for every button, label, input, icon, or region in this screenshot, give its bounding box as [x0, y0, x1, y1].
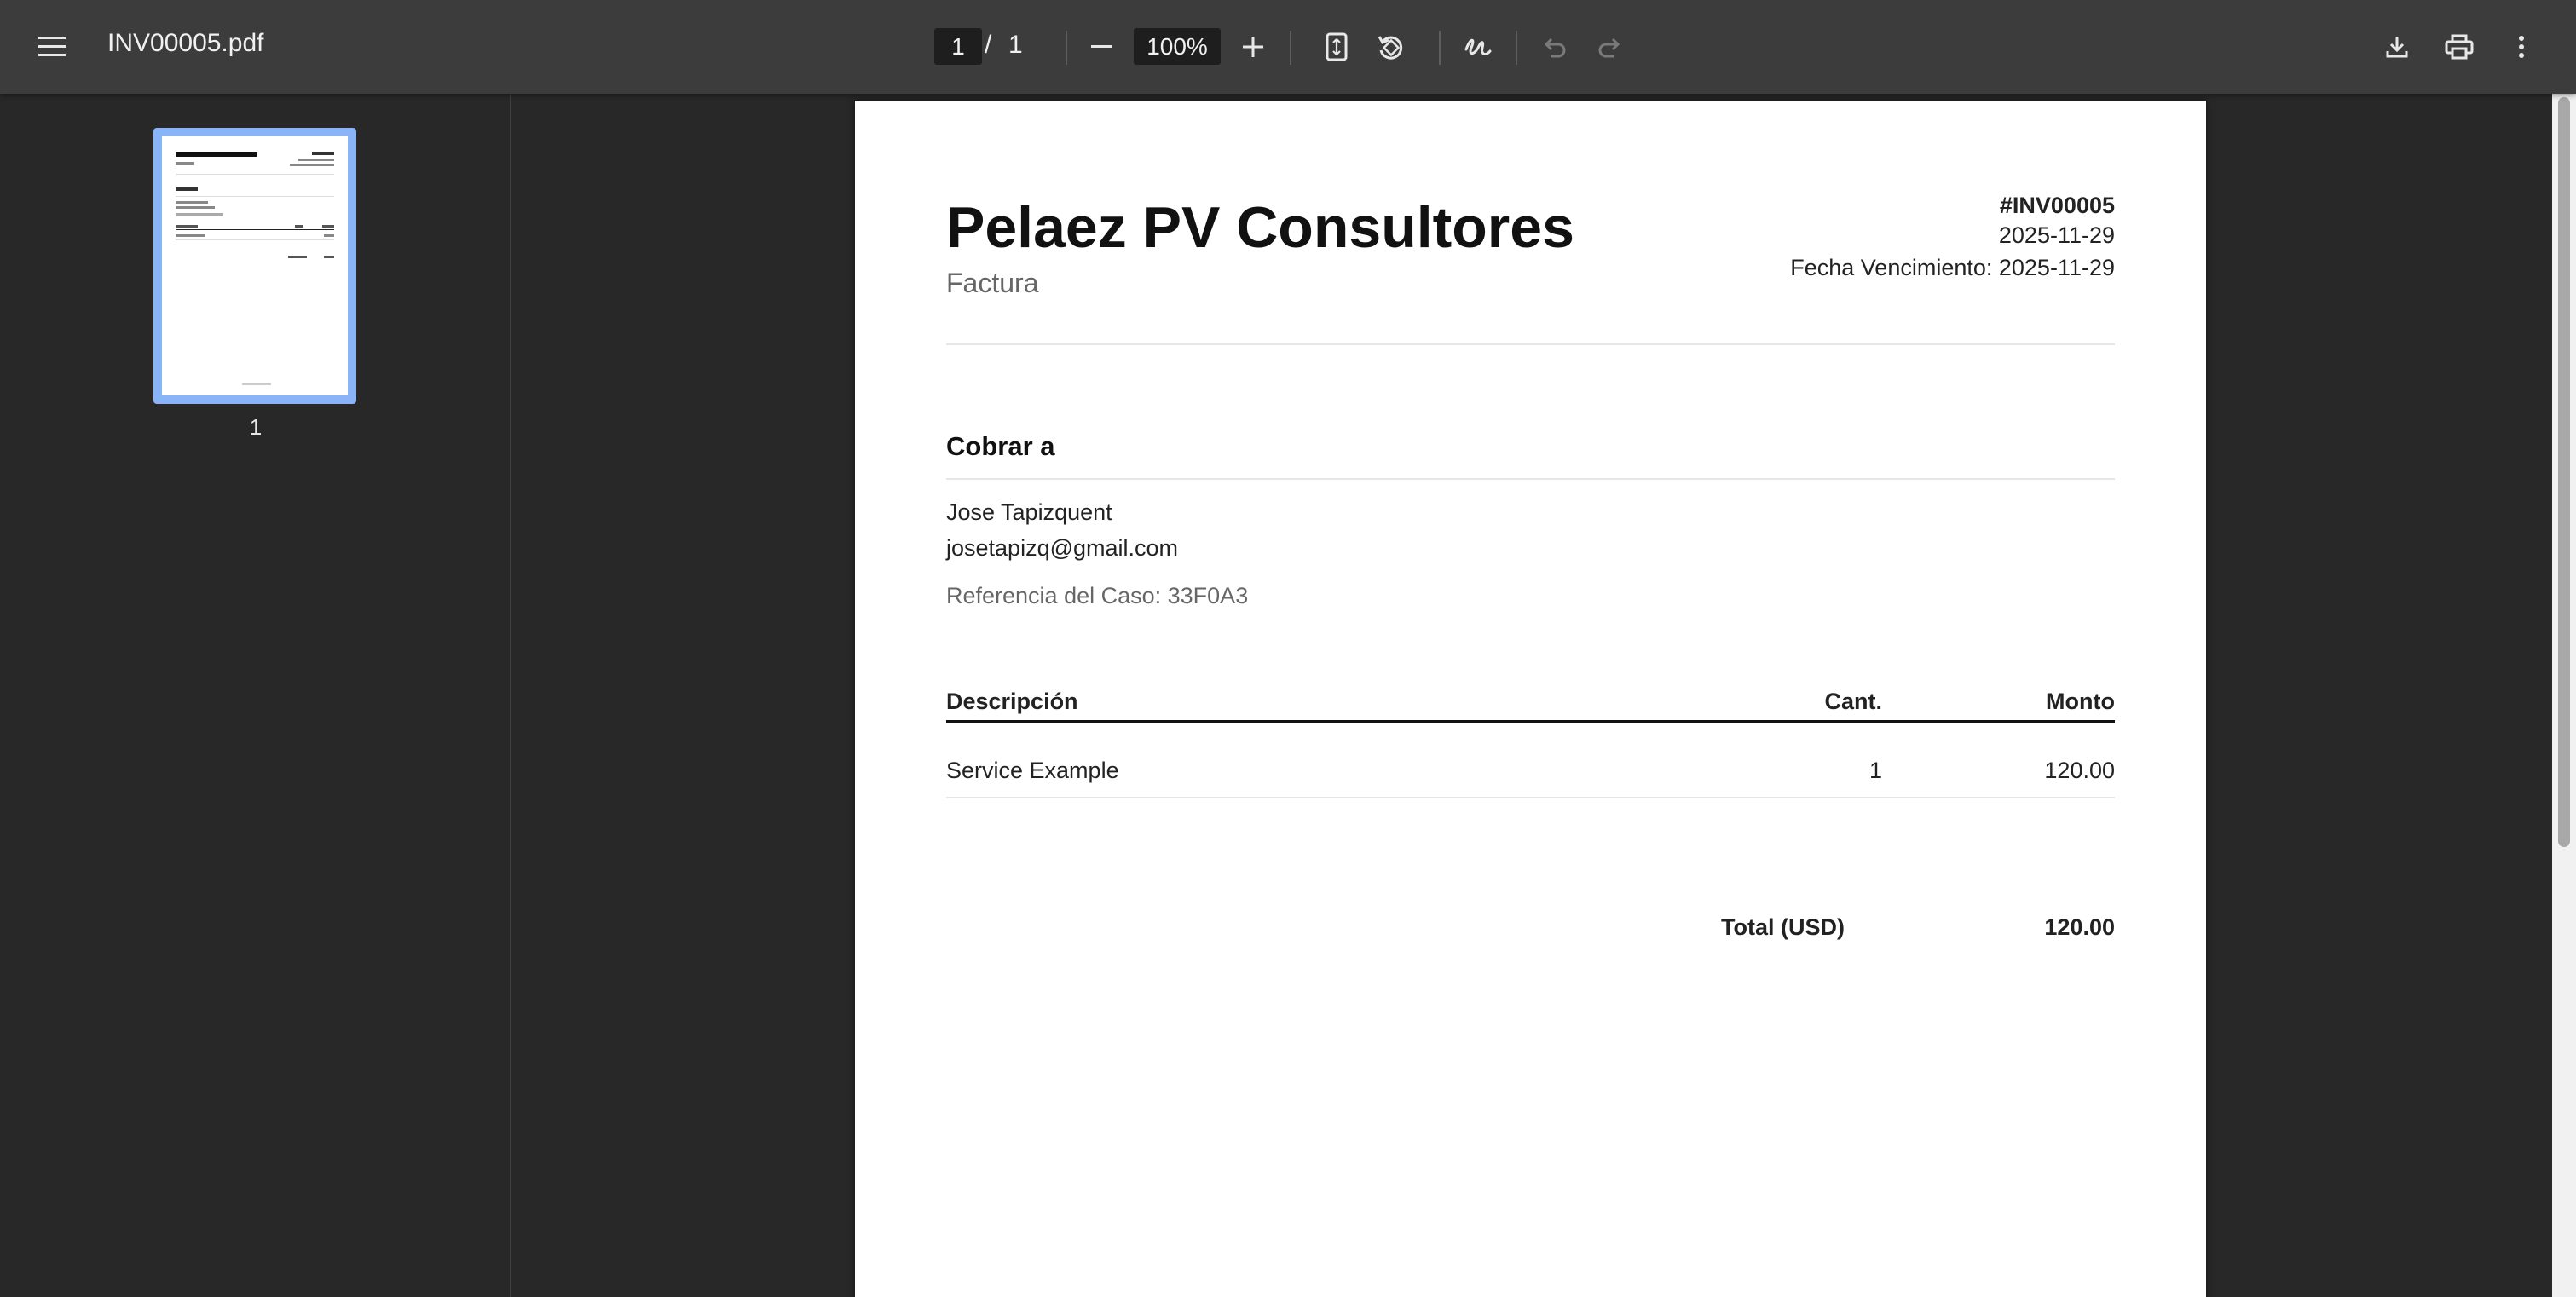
page-separator: / — [985, 31, 992, 59]
toolbar-divider — [1290, 31, 1291, 65]
row-amount: 120.00 — [2044, 758, 2115, 783]
row-quantity: 1 — [1868, 758, 1882, 783]
column-header-amount: Monto — [2046, 689, 2115, 714]
thumbnail-page-label: 1 — [249, 414, 263, 440]
print-icon[interactable] — [2440, 28, 2478, 66]
case-reference: Referencia del Caso: 33F0A3 — [946, 583, 1249, 608]
zoom-input[interactable] — [1134, 28, 1221, 65]
thumbnail-page-preview — [162, 136, 348, 395]
fit-page-icon[interactable] — [1318, 28, 1355, 66]
toolbar-divider — [1516, 31, 1517, 65]
company-name: Pelaez PV Consultores — [946, 195, 1574, 260]
total-value: 120.00 — [2044, 914, 2115, 940]
zoom-out-icon[interactable] — [1083, 28, 1120, 66]
invoice-number: #INV00005 — [1999, 193, 2115, 218]
total-label: Total (USD) — [1721, 914, 1845, 940]
menu-icon[interactable] — [27, 26, 77, 68]
thumbnail-sidebar: 1 — [0, 94, 511, 1297]
invoice-date: 2025-11-29 — [1998, 222, 2115, 248]
column-header-description: Descripción — [946, 689, 1078, 714]
vertical-scrollbar[interactable] — [2552, 94, 2576, 1297]
annotate-icon[interactable] — [1459, 28, 1497, 66]
client-name: Jose Tapizquent — [946, 499, 1112, 525]
download-icon[interactable] — [2378, 28, 2416, 66]
document-viewer[interactable]: Pelaez PV Consultores Factura #INV00005 … — [511, 94, 2550, 1297]
table-row-divider — [946, 797, 2115, 798]
pdf-page: Pelaez PV Consultores Factura #INV00005 … — [855, 101, 2206, 1297]
header-divider — [946, 343, 2115, 345]
toolbar-divider — [1066, 31, 1067, 65]
bill-to-heading: Cobrar a — [946, 431, 1055, 461]
redo-icon[interactable] — [1591, 28, 1628, 66]
more-vert-icon[interactable] — [2503, 28, 2540, 66]
bill-to-divider — [946, 478, 2115, 480]
table-header-rule — [946, 720, 2115, 723]
document-title: INV00005.pdf — [107, 29, 264, 57]
client-email: josetapizq@gmail.com — [946, 535, 1179, 561]
zoom-in-icon[interactable] — [1234, 28, 1272, 66]
toolbar-divider — [1439, 31, 1441, 65]
page-total: 1 — [1008, 31, 1023, 59]
undo-icon[interactable] — [1536, 28, 1574, 66]
page-number-input[interactable] — [934, 28, 982, 65]
rotate-icon[interactable] — [1372, 28, 1410, 66]
column-header-quantity: Cant. — [1824, 689, 1883, 714]
pdf-toolbar: INV00005.pdf / 1 — [0, 0, 2576, 94]
document-type: Factura — [946, 268, 1039, 298]
row-description: Service Example — [946, 758, 1119, 783]
invoice-due-date: Fecha Vencimiento: 2025-11-29 — [1790, 255, 2115, 280]
scrollbar-thumb[interactable] — [2558, 97, 2570, 847]
page-thumbnail[interactable] — [153, 128, 356, 404]
